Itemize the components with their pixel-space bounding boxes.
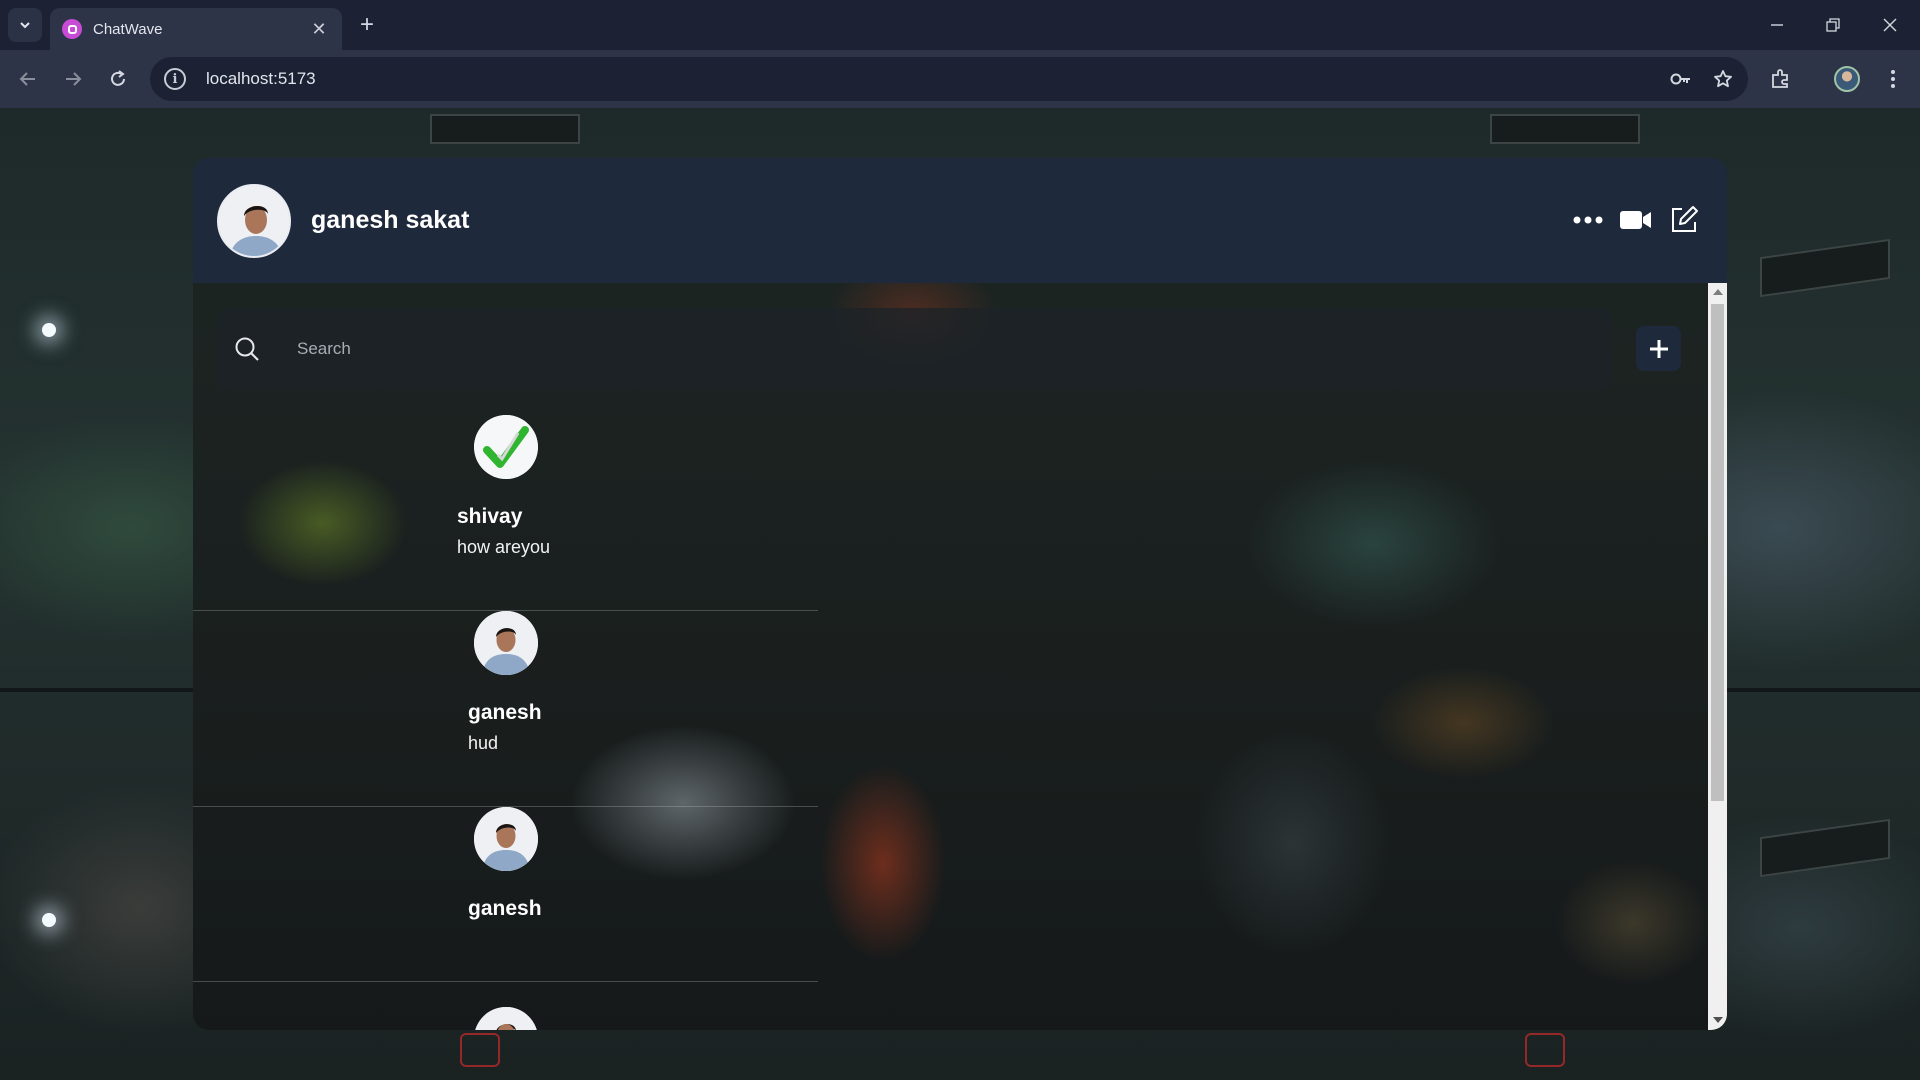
- chat-name: shivay: [457, 505, 523, 528]
- background-lamp: [42, 913, 56, 927]
- scroll-up-arrow-icon[interactable]: [1713, 289, 1723, 295]
- tab-search-button[interactable]: [8, 8, 42, 42]
- minimize-icon: [1771, 24, 1783, 26]
- chat-avatar: [474, 611, 538, 675]
- scrollbar-thumb[interactable]: [1711, 304, 1724, 801]
- chat-last-message: how areyou: [457, 537, 551, 557]
- plus-icon: [1649, 339, 1668, 358]
- chat-list-scrollbar[interactable]: [1708, 283, 1727, 1030]
- add-chat-button[interactable]: [1636, 326, 1681, 371]
- chat-avatar: [474, 807, 538, 871]
- current-user-name: ganesh sakat: [311, 206, 470, 234]
- background-sign: [1760, 818, 1890, 878]
- arrow-right-icon: [66, 72, 82, 86]
- browser-tab[interactable]: ChatWave ✕: [50, 8, 342, 50]
- restore-icon: [1826, 18, 1840, 32]
- search-input[interactable]: [297, 339, 1497, 359]
- extensions-button[interactable]: [1764, 62, 1798, 96]
- background-neon: [460, 1033, 500, 1067]
- person-avatar-icon: [474, 611, 538, 675]
- background-neon: [1525, 1033, 1565, 1067]
- chat-list-item[interactable]: ganesh hud: [193, 611, 818, 807]
- restore-window-button[interactable]: [1811, 8, 1855, 42]
- search-bar: [218, 308, 1611, 390]
- background-divider: [0, 688, 193, 692]
- browser-toolbar: i localhost:5173: [0, 50, 1920, 108]
- profile-avatar: [1834, 66, 1860, 92]
- edit-icon[interactable]: [1664, 202, 1704, 238]
- background-divider: [1727, 688, 1920, 692]
- video-call-icon[interactable]: [1616, 202, 1656, 238]
- chat-list-item[interactable]: [193, 982, 818, 1030]
- bookmark-star-icon[interactable]: [1706, 62, 1740, 96]
- url-text[interactable]: localhost:5173: [206, 69, 1664, 89]
- back-button[interactable]: [11, 62, 45, 96]
- arrow-left-icon: [19, 72, 35, 86]
- chat-list-item[interactable]: shivay how areyou: [193, 415, 818, 611]
- profile-button[interactable]: [1830, 62, 1864, 96]
- person-avatar-icon: [474, 807, 538, 871]
- current-user-avatar[interactable]: [217, 184, 291, 258]
- search-icon: [235, 337, 259, 361]
- background-lamp: [42, 323, 56, 337]
- chat-name: ganesh: [468, 897, 542, 920]
- minimize-window-button[interactable]: [1755, 8, 1799, 42]
- browser-menu-button[interactable]: [1876, 62, 1910, 96]
- forward-button[interactable]: [56, 62, 90, 96]
- close-window-button[interactable]: [1868, 8, 1912, 42]
- checkmark-avatar-icon: [474, 415, 538, 479]
- chat-list-item[interactable]: ganesh: [193, 807, 818, 982]
- background-sign: [1490, 114, 1640, 144]
- app-header: ganesh sakat: [193, 158, 1727, 283]
- scroll-down-arrow-icon[interactable]: [1713, 1017, 1723, 1023]
- person-avatar-icon: [474, 1007, 538, 1030]
- puzzle-piece-icon: [1772, 69, 1788, 88]
- tab-title: ChatWave: [93, 20, 163, 38]
- reload-icon: [111, 70, 125, 86]
- chat-avatar: [474, 1007, 538, 1030]
- chat-list: shivay how areyou ganesh hud ganesh: [193, 415, 818, 1030]
- password-key-icon[interactable]: [1664, 62, 1698, 96]
- reload-button[interactable]: [101, 62, 135, 96]
- chat-name: ganesh: [468, 701, 542, 724]
- background-sign: [430, 114, 580, 144]
- address-bar[interactable]: i localhost:5173: [150, 57, 1748, 101]
- chat-avatar: [474, 415, 538, 479]
- more-options-icon[interactable]: [1568, 202, 1608, 238]
- site-info-icon[interactable]: i: [164, 68, 186, 90]
- chat-app-panel: ganesh sakat Search shivay how areyou ga…: [193, 158, 1727, 1030]
- person-avatar-icon: [219, 186, 289, 256]
- chatwave-favicon-icon: [62, 19, 82, 39]
- tab-close-icon[interactable]: ✕: [308, 19, 330, 40]
- chat-last-message: hud: [468, 733, 499, 753]
- close-icon: [1883, 18, 1897, 32]
- vertical-dots-icon: [1891, 70, 1895, 88]
- chat-list-area: shivay how areyou ganesh hud: [193, 283, 1727, 1030]
- background-sign: [1760, 238, 1890, 298]
- new-tab-button[interactable]: +: [352, 10, 382, 40]
- chevron-down-icon: [20, 22, 30, 29]
- browser-tab-strip: ChatWave ✕ +: [0, 0, 1920, 50]
